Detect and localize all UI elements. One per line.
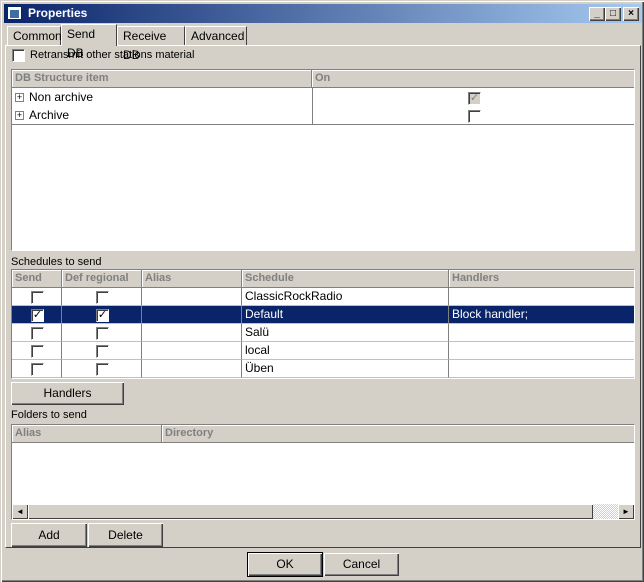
retransmit-checkbox[interactable] [12, 49, 25, 62]
handlers-cell[interactable] [449, 342, 634, 360]
handlers-cell[interactable] [449, 288, 634, 306]
column-header-db-structure-item[interactable]: DB Structure item [12, 70, 312, 88]
folders-section-label: Folders to send [11, 409, 87, 421]
column-divider [312, 88, 313, 124]
schedule-cell[interactable]: local [242, 342, 449, 360]
column-header-alias[interactable]: Alias [142, 270, 242, 288]
alias-cell[interactable] [142, 324, 242, 342]
close-button[interactable]: × [623, 7, 639, 21]
alias-cell[interactable] [142, 306, 242, 324]
alias-cell[interactable] [142, 288, 242, 306]
app-icon [7, 6, 22, 20]
send-checkbox[interactable] [31, 327, 44, 340]
schedule-cell[interactable]: Üben [242, 360, 449, 378]
cancel-button[interactable]: Cancel [324, 553, 399, 576]
scrollbar-thumb[interactable] [28, 504, 593, 519]
handlers-cell[interactable] [449, 324, 634, 342]
column-header-handlers[interactable]: Handlers [449, 270, 634, 288]
maximize-button[interactable]: □ [605, 7, 621, 21]
handlers-cell[interactable] [449, 360, 634, 378]
tab-advanced[interactable]: Advanced [185, 26, 247, 46]
alias-cell[interactable] [142, 360, 242, 378]
properties-window: Properties _ □ × Common Send DB Receive … [0, 0, 644, 582]
column-header-on[interactable]: On [312, 70, 634, 88]
title-bar[interactable]: Properties _ □ × [4, 4, 642, 23]
send-checkbox[interactable] [31, 363, 44, 376]
non-archive-on-checkbox[interactable]: ✓ [468, 92, 481, 105]
archive-on-checkbox[interactable] [468, 110, 481, 123]
tab-common[interactable]: Common [7, 26, 62, 46]
column-header-send[interactable]: Send [12, 270, 62, 288]
def-regional-checkbox[interactable] [96, 363, 109, 376]
send-checkbox[interactable] [31, 345, 44, 358]
row-divider [12, 124, 634, 125]
schedules-grid: Send Def regional Alias Schedule Handler… [11, 269, 635, 379]
send-checkbox[interactable] [31, 291, 44, 304]
expand-icon[interactable]: + [15, 111, 24, 120]
column-header-folder-alias[interactable]: Alias [12, 425, 162, 443]
column-header-directory[interactable]: Directory [162, 425, 634, 443]
def-regional-checkbox[interactable] [96, 345, 109, 358]
ok-button[interactable]: OK [247, 552, 323, 577]
alias-cell[interactable] [142, 342, 242, 360]
def-regional-checkbox[interactable]: ✓ [96, 309, 109, 322]
db-structure-grid: DB Structure item On + Non archive ✓ + A… [11, 69, 635, 251]
def-regional-checkbox[interactable] [96, 291, 109, 304]
delete-button[interactable]: Delete [88, 523, 163, 547]
db-item-non-archive[interactable]: Non archive [29, 89, 93, 107]
tab-send-db[interactable]: Send DB [61, 24, 117, 60]
window-title: Properties [28, 6, 88, 20]
db-item-archive[interactable]: Archive [29, 107, 69, 125]
column-header-def-regional[interactable]: Def regional [62, 270, 142, 288]
schedule-cell[interactable]: ClassicRockRadio [242, 288, 449, 306]
def-regional-checkbox[interactable] [96, 327, 109, 340]
folders-grid: Alias Directory ◄ ► [11, 424, 635, 520]
expand-icon[interactable]: + [15, 93, 24, 102]
send-checkbox[interactable]: ✓ [31, 309, 44, 322]
retransmit-label: Retransmit other stations material [30, 49, 195, 61]
tab-receive-db[interactable]: Receive DB [117, 26, 185, 62]
minimize-button[interactable]: _ [589, 7, 605, 21]
schedules-section-label: Schedules to send [11, 256, 102, 268]
column-header-schedule[interactable]: Schedule [242, 270, 449, 288]
handlers-button[interactable]: Handlers [11, 382, 124, 405]
add-button[interactable]: Add [11, 523, 87, 547]
schedule-cell[interactable]: Default [242, 306, 449, 324]
scroll-right-icon[interactable]: ► [618, 504, 634, 519]
schedule-cell[interactable]: Salü [242, 324, 449, 342]
handlers-cell[interactable]: Block handler; [449, 306, 634, 324]
scroll-left-icon[interactable]: ◄ [12, 504, 28, 519]
